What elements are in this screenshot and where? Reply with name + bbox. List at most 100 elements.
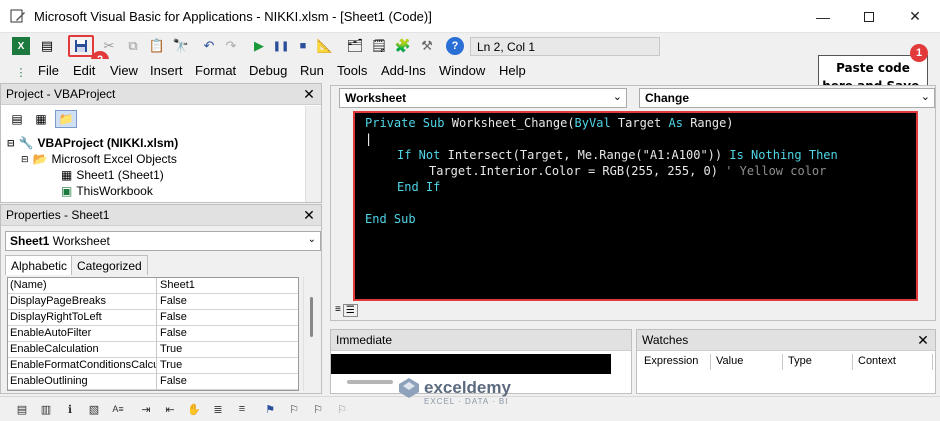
tab-categorized[interactable]: Categorized	[71, 255, 148, 275]
view-toggle: ≡ ☰	[335, 304, 358, 317]
complete-word-icon[interactable]: A≡	[110, 401, 126, 417]
table-row[interactable]: EnableOutlining False	[8, 374, 298, 390]
table-row[interactable]: (Name) Sheet1	[8, 278, 298, 294]
tree-thisworkbook[interactable]: ▣ ThisWorkbook	[61, 184, 153, 198]
procedure-combo[interactable]: Change ⌄	[639, 88, 935, 108]
object-selector[interactable]: Sheet1 Worksheet ⌄	[5, 231, 321, 251]
menu-file[interactable]: File	[38, 63, 59, 78]
cursor-position: Ln 2, Col 1	[470, 37, 660, 56]
properties-icon[interactable]: 🗒	[370, 37, 388, 55]
table-row[interactable]: DisplayPageBreaks False	[8, 294, 298, 310]
run-icon[interactable]: ▶	[250, 37, 268, 55]
table-row[interactable]: DisplayRightToLeft False	[8, 310, 298, 326]
menu-insert[interactable]: Insert	[150, 63, 183, 78]
title-bar: Microsoft Visual Basic for Applications …	[0, 0, 940, 33]
design-mode-icon[interactable]: 📐	[316, 37, 334, 55]
minimize-button[interactable]: —	[800, 0, 846, 33]
chevron-down-icon: ⌄	[920, 91, 930, 103]
undo-icon[interactable]: ↶	[200, 37, 218, 55]
list-properties-icon[interactable]: ▤	[14, 401, 30, 417]
menu-tools[interactable]: Tools	[337, 63, 367, 78]
comment-block-icon[interactable]: ≣	[210, 401, 226, 417]
toolbox-icon[interactable]: ⚒	[418, 37, 436, 55]
tree-thisworkbook-label: ThisWorkbook	[76, 184, 153, 198]
find-icon[interactable]: 🔭	[172, 37, 190, 55]
previous-bookmark-icon[interactable]: ⚐	[310, 401, 326, 417]
object-browser-icon[interactable]: 🧩	[394, 37, 412, 55]
watches-title: Watches	[642, 333, 689, 347]
watch-col-context[interactable]: Context	[853, 354, 933, 370]
tab-alphabetic[interactable]: Alphabetic	[5, 255, 74, 275]
procedure-view-icon[interactable]: ≡	[335, 304, 341, 317]
menu-edit[interactable]: Edit	[73, 63, 95, 78]
tree-folder-label: Microsoft Excel Objects	[51, 152, 177, 166]
reset-icon[interactable]: ■	[294, 37, 312, 55]
menu-window[interactable]: Window	[439, 63, 485, 78]
scroll-thumb[interactable]	[310, 297, 313, 337]
close-icon[interactable]: ✕	[915, 332, 931, 348]
immediate-header: Immediate	[331, 330, 631, 351]
close-icon[interactable]: ✕	[301, 86, 317, 102]
menu-add-ins[interactable]: Add-Ins	[381, 63, 426, 78]
view-code-icon[interactable]: ▤	[7, 110, 27, 128]
view-object-icon[interactable]: ▦	[31, 110, 51, 128]
immediate-input[interactable]	[331, 354, 611, 374]
code-scrollbar[interactable]	[921, 111, 935, 301]
watch-col-expression[interactable]: Expression	[639, 354, 711, 370]
list-constants-icon[interactable]: ▥	[38, 401, 54, 417]
insert-module-icon[interactable]: ▤	[38, 37, 56, 55]
toggle-bookmark-icon[interactable]: ⚑	[262, 401, 278, 417]
next-bookmark-icon[interactable]: ⚐	[286, 401, 302, 417]
code-line-7: End Sub	[365, 212, 416, 226]
redo-icon[interactable]: ↷	[222, 37, 240, 55]
excel-icon[interactable]: X	[12, 37, 30, 55]
tree-sheet1[interactable]: ▦ Sheet1 (Sheet1)	[61, 168, 164, 182]
close-icon[interactable]: ✕	[301, 207, 317, 223]
toggle-breakpoint-icon[interactable]: ✋	[186, 401, 202, 417]
table-row[interactable]: EnableCalculation True	[8, 342, 298, 358]
table-row[interactable]: EnableAutoFilter False	[8, 326, 298, 342]
collapse-icon[interactable]: ⊟	[7, 138, 15, 149]
paste-icon[interactable]: 📋	[148, 37, 166, 55]
code-line-5: End If	[397, 180, 441, 194]
save-floppy-icon	[75, 40, 87, 52]
uncomment-block-icon[interactable]: ≡	[234, 401, 250, 417]
vba-app-icon	[10, 9, 25, 23]
tree-root-label: VBAProject (NIKKI.xlsm)	[37, 136, 179, 150]
quick-info-icon[interactable]: ℹ	[62, 401, 78, 417]
clear-bookmarks-icon[interactable]: ⚐	[334, 401, 350, 417]
outdent-icon[interactable]: ⇤	[162, 401, 178, 417]
full-module-view-icon[interactable]: ☰	[342, 304, 358, 317]
watch-col-type[interactable]: Type	[783, 354, 853, 370]
properties-window: Properties - Sheet1 ✕ Sheet1 Worksheet ⌄…	[0, 204, 322, 394]
tree-folder[interactable]: ⊟ 📂 Microsoft Excel Objects	[21, 152, 177, 166]
collapse-icon[interactable]: ⊟	[21, 154, 29, 165]
table-row[interactable]: EnableFormatConditionsCalcula True	[8, 358, 298, 374]
tree-root[interactable]: ⊟ 🔧 VBAProject (NIKKI.xlsm)	[7, 136, 178, 150]
code-editor[interactable]: Private Sub Worksheet_Change(ByVal Targe…	[353, 111, 918, 301]
menu-grip-icon: ⋮	[15, 66, 27, 79]
watermark-name: exceldemy	[424, 378, 511, 397]
help-icon[interactable]: ?	[446, 37, 464, 55]
watch-col-value[interactable]: Value	[711, 354, 783, 370]
menu-debug[interactable]: Debug	[249, 63, 287, 78]
project-explorer-icon[interactable]: 🗂	[346, 37, 364, 55]
properties-scrollbar[interactable]	[303, 277, 319, 391]
chevron-down-icon: ⌄	[612, 91, 622, 103]
project-scrollbar[interactable]	[305, 106, 321, 202]
break-icon[interactable]: ❚❚	[272, 37, 290, 55]
parameter-info-icon[interactable]: ▧	[86, 401, 102, 417]
menu-format[interactable]: Format	[195, 63, 236, 78]
menu-help[interactable]: Help	[499, 63, 526, 78]
close-button[interactable]: ✕	[892, 0, 938, 33]
object-combo[interactable]: Worksheet ⌄	[339, 88, 627, 108]
save-icon[interactable]	[68, 35, 94, 57]
menu-run[interactable]: Run	[300, 63, 324, 78]
copy-icon[interactable]: ⧉	[124, 37, 142, 55]
maximize-button[interactable]	[846, 0, 892, 33]
toggle-folders-icon[interactable]: 📁	[55, 110, 77, 128]
text-cursor: |	[365, 132, 373, 146]
immediate-scroll-thumb[interactable]	[347, 380, 393, 384]
indent-icon[interactable]: ⇥	[138, 401, 154, 417]
menu-view[interactable]: View	[110, 63, 138, 78]
